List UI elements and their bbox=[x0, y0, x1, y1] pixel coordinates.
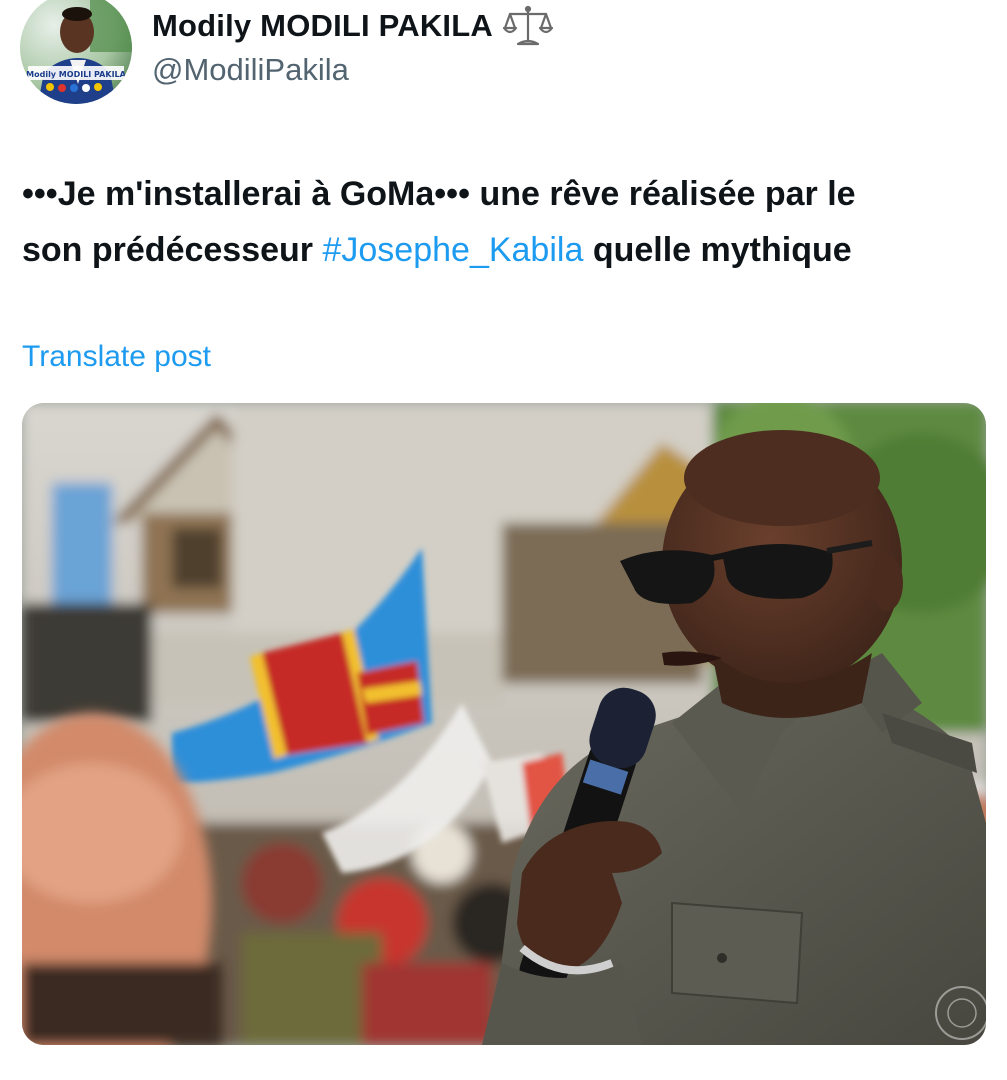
avatar-image: Modily MODILI PAKILA bbox=[20, 0, 132, 104]
avatar[interactable]: Modily MODILI PAKILA bbox=[20, 0, 132, 104]
author-handle[interactable]: @ModiliPakila bbox=[152, 50, 852, 90]
post-text-line-1: •••Je m'installerai à GoMa••• une rêve r… bbox=[22, 175, 856, 213]
display-name-row: Modily MODILI PAKILA bbox=[152, 4, 852, 48]
hashtag-link[interactable]: #Josephe_Kabila bbox=[322, 231, 583, 269]
tweet-post: Modily MODILI PAKILA Modily MODILI PAKIL… bbox=[0, 0, 1007, 1080]
balance-scale-icon bbox=[502, 4, 554, 48]
post-media-image[interactable] bbox=[22, 403, 986, 1045]
translate-post-link[interactable]: Translate post bbox=[22, 336, 211, 378]
post-text-line-2: son prédécesseur #Josephe_Kabila quelle … bbox=[22, 222, 987, 278]
photo bbox=[22, 403, 986, 1045]
post-text: •••Je m'installerai à GoMa••• une rêve r… bbox=[22, 166, 987, 278]
post-text-line-2-suffix: quelle mythique bbox=[583, 231, 852, 269]
author-names: Modily MODILI PAKILA @ModiliPakila bbox=[152, 4, 852, 90]
post-text-line-2-prefix: son prédécesseur bbox=[22, 231, 323, 269]
display-name[interactable]: Modily MODILI PAKILA bbox=[152, 8, 493, 44]
avatar-banner-text: Modily MODILI PAKILA bbox=[26, 70, 127, 79]
